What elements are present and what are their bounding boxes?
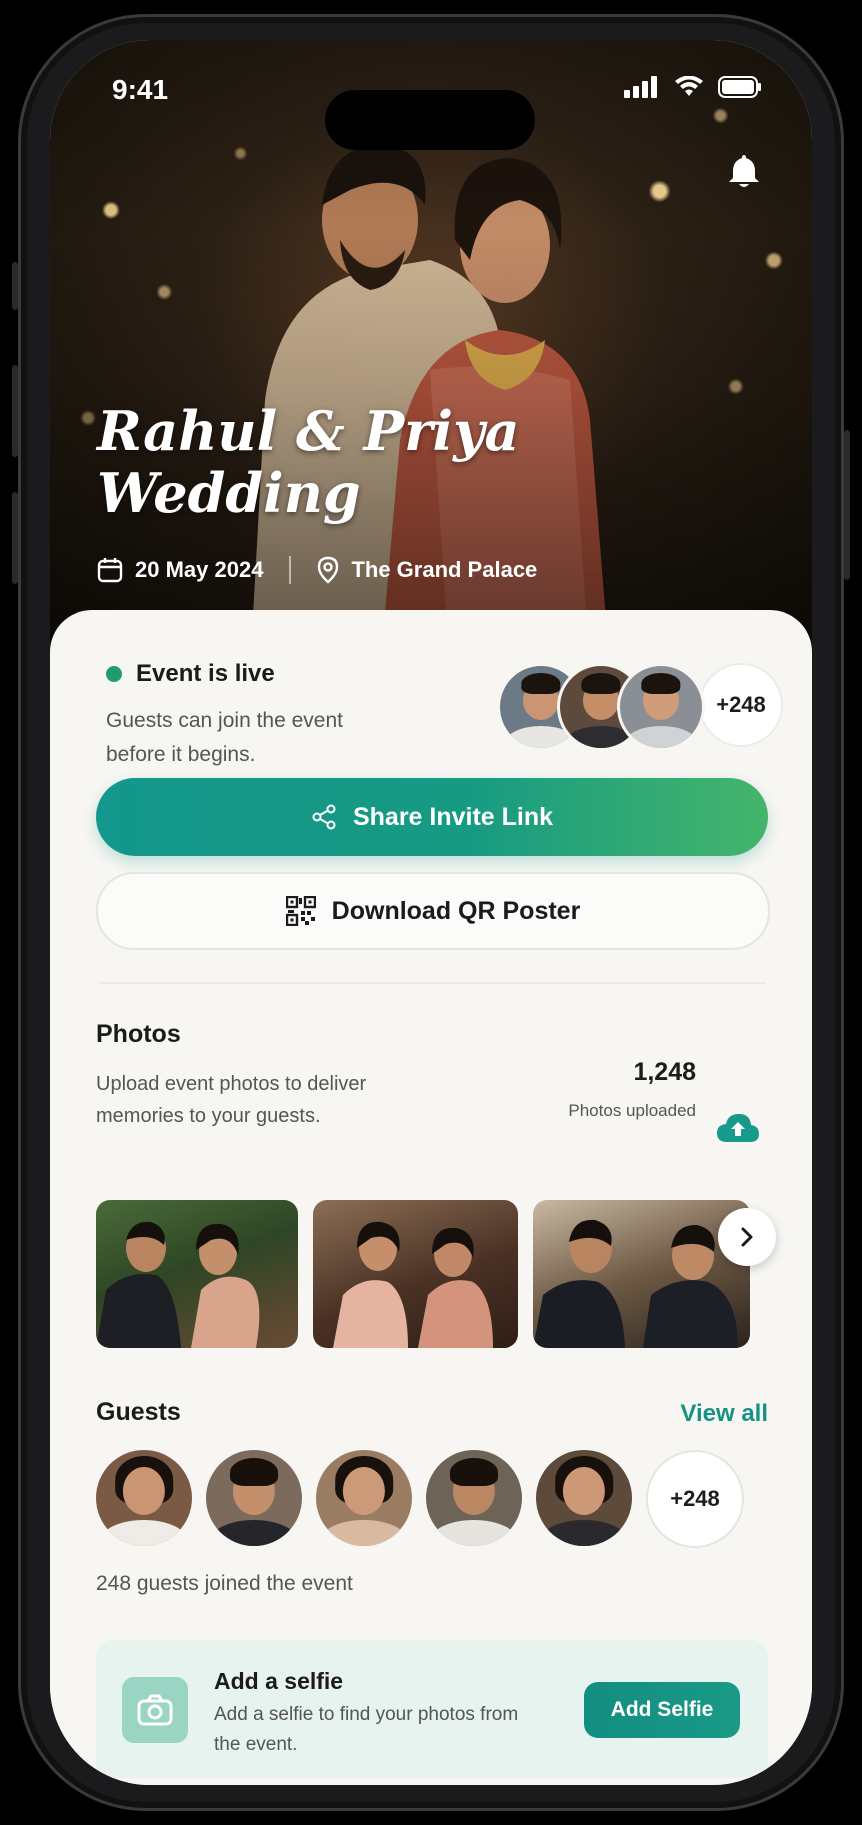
dynamic-island bbox=[325, 90, 535, 150]
selfie-camera-tile bbox=[122, 1677, 188, 1743]
qr-code-icon bbox=[285, 896, 316, 926]
location-pin-icon bbox=[318, 556, 339, 584]
photos-carousel[interactable] bbox=[96, 1200, 750, 1348]
event-venue: The Grand Palace bbox=[351, 557, 538, 582]
hero-cover-photo: 9:41 Rahul & Priya Wedding 20 May 2024 T… bbox=[50, 40, 812, 670]
share-invite-link-label: Share Invite Link bbox=[352, 802, 554, 831]
more-guests-count[interactable]: +248 bbox=[646, 1450, 744, 1548]
share-icon bbox=[312, 804, 336, 830]
meta-divider bbox=[289, 556, 292, 584]
guests-section-title: Guests bbox=[96, 1398, 181, 1426]
photos-count-label: Photos uploaded bbox=[568, 1101, 696, 1120]
photos-count: 1,248 bbox=[633, 1058, 696, 1086]
cloud-upload-icon bbox=[717, 1114, 759, 1142]
event-meta: 20 May 2024 The Grand Palace bbox=[97, 556, 537, 584]
event-details-card: Event is live Guests can join the event … bbox=[50, 610, 812, 1785]
extra-guests-count: +248 bbox=[699, 663, 783, 747]
view-all-guests-link[interactable]: View all bbox=[680, 1400, 768, 1428]
add-selfie-button[interactable]: Add Selfie bbox=[584, 1682, 740, 1738]
add-selfie-description: Add a selfie to find your photos from th… bbox=[214, 1704, 519, 1755]
joined-guests-avatars[interactable]: +248 bbox=[497, 663, 783, 751]
chevron-right-icon bbox=[741, 1227, 753, 1247]
app-screen: 9:41 Rahul & Priya Wedding 20 May 2024 T… bbox=[50, 40, 812, 1785]
phone-action-button bbox=[12, 262, 18, 310]
guest-avatar[interactable] bbox=[316, 1450, 412, 1546]
live-status: Event is live bbox=[106, 660, 275, 688]
calendar-icon bbox=[97, 558, 123, 583]
section-divider bbox=[100, 982, 766, 984]
photo-people-illustration bbox=[333, 1221, 493, 1348]
battery-icon bbox=[718, 76, 761, 98]
live-status-title: Event is live bbox=[136, 660, 275, 687]
live-indicator-dot bbox=[106, 666, 122, 682]
photo-thumbnail[interactable] bbox=[533, 1200, 750, 1348]
event-title-line1: Rahul & Priya bbox=[97, 399, 520, 463]
signal-icon bbox=[624, 76, 657, 98]
add-selfie-title: Add a selfie bbox=[214, 1668, 344, 1694]
status-time: 9:41 bbox=[112, 74, 169, 105]
share-invite-link-button[interactable]: Share Invite Link bbox=[96, 778, 768, 856]
notifications-button[interactable] bbox=[728, 153, 760, 194]
status-icons bbox=[624, 76, 762, 98]
carousel-next-button[interactable] bbox=[718, 1208, 776, 1266]
download-qr-poster-button[interactable]: Download QR Poster bbox=[96, 872, 770, 950]
upload-photos-button[interactable] bbox=[716, 1112, 760, 1149]
guest-avatar[interactable] bbox=[206, 1450, 302, 1546]
photos-description: Upload event photos to deliver memories … bbox=[96, 1073, 367, 1127]
status-bar: 9:41 bbox=[50, 70, 812, 150]
guest-avatar[interactable] bbox=[96, 1450, 192, 1546]
photos-uploaded-stat: 1,248 Photos uploaded bbox=[568, 1058, 696, 1121]
phone-volume-down bbox=[12, 492, 18, 584]
add-selfie-card: Add a selfie Add a selfie to find your p… bbox=[96, 1640, 768, 1778]
wifi-icon bbox=[675, 76, 703, 96]
guests-joined-text: 248 guests joined the event bbox=[96, 1572, 353, 1595]
event-title-line2: Wedding bbox=[97, 461, 361, 525]
photos-section-title: Photos bbox=[96, 1020, 181, 1048]
avatar bbox=[617, 663, 705, 751]
guest-avatar[interactable] bbox=[426, 1450, 522, 1546]
event-title: Rahul & Priya Wedding bbox=[97, 400, 519, 524]
bell-icon bbox=[729, 155, 759, 187]
photo-thumbnail[interactable] bbox=[313, 1200, 518, 1348]
photo-people-illustration bbox=[96, 1221, 260, 1348]
guest-avatar[interactable] bbox=[536, 1450, 632, 1546]
event-date: 20 May 2024 bbox=[135, 557, 264, 582]
photo-people-illustration bbox=[533, 1219, 738, 1348]
photo-thumbnail[interactable] bbox=[96, 1200, 298, 1348]
phone-power-button bbox=[844, 430, 850, 580]
guests-avatar-list: +248 bbox=[96, 1450, 744, 1548]
download-qr-poster-label: Download QR Poster bbox=[331, 896, 581, 925]
live-status-description: Guests can join the event before it begi… bbox=[106, 709, 343, 766]
phone-volume-up bbox=[12, 365, 18, 457]
camera-icon bbox=[137, 1694, 173, 1726]
